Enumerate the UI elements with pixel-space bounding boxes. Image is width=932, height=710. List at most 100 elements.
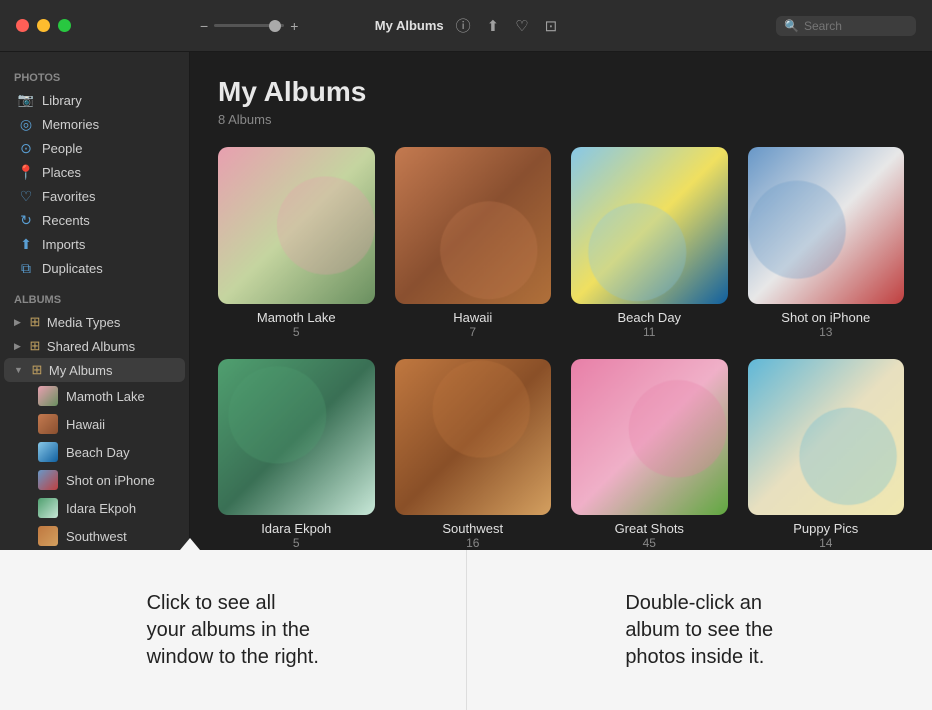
sidebar-item-people[interactable]: ⊙ People [4,136,185,160]
sidebar-item-memories[interactable]: ◎ Memories [4,112,185,136]
album-card-southwest[interactable]: Southwest16 [395,359,552,551]
album-thumbnail-beach-day [571,147,728,304]
album-count-southwest: 16 [395,536,552,550]
fullscreen-button[interactable] [58,19,71,32]
folder-icon-my-albums: ⊞ [29,362,45,378]
memories-icon: ◎ [18,116,34,132]
tooltip-left: Click to see allyour albums in thewindow… [0,550,467,710]
thumbnail-hawaii [38,414,58,434]
sidebar-item-label-favorites: Favorites [42,189,95,204]
zoom-minus[interactable]: − [200,18,208,34]
sidebar-group-my-albums[interactable]: ▼ ⊞ My Albums [4,358,185,382]
sidebar-item-beach-day[interactable]: Beach Day [4,438,185,466]
album-count-puppy-pics: 14 [748,536,905,550]
sidebar-item-idara-ekpoh[interactable]: Idara Ekpoh [4,494,185,522]
sidebar-item-southwest[interactable]: Southwest [4,522,185,550]
album-name-puppy-pics: Puppy Pics [748,521,905,536]
sidebar-item-label-mamoth: Mamoth Lake [66,389,145,404]
thumbnail-southwest [38,526,58,546]
sidebar-item-label-duplicates: Duplicates [42,261,103,276]
sidebar-item-label-places: Places [42,165,81,180]
sidebar-item-label-beach: Beach Day [66,445,130,460]
album-thumbnail-shot-on-iphone [748,147,905,304]
sidebar-item-places[interactable]: 📍 Places [4,160,185,184]
sidebar-item-label-imports: Imports [42,237,85,252]
titlebar-icons: ⓘ ⬆ ♡ ⊡ [456,15,558,36]
tooltip-left-text: Click to see allyour albums in thewindow… [147,590,319,671]
album-name-shot-on-iphone: Shot on iPhone [748,310,905,325]
sidebar-item-duplicates[interactable]: ⧉ Duplicates [4,256,185,280]
sidebar-item-label-library: Library [42,93,82,108]
sidebar-item-label-southwest: Southwest [66,529,127,544]
duplicates-icon: ⧉ [18,260,34,276]
sidebar-item-hawaii[interactable]: Hawaii [4,410,185,438]
sidebar-item-label-memories: Memories [42,117,99,132]
sidebar-item-label-idara: Idara Ekpoh [66,501,136,516]
sidebar-item-mamoth-lake[interactable]: Mamoth Lake [4,382,185,410]
sidebar: Photos 📷 Library ◎ Memories ⊙ People 📍 P… [0,52,190,550]
album-card-hawaii[interactable]: Hawaii7 [395,147,552,339]
thumbnail-idara [38,498,58,518]
search-box[interactable]: 🔍 [776,16,916,36]
album-name-mamoth-lake: Mamoth Lake [218,310,375,325]
album-count-great-shots: 45 [571,536,728,550]
sidebar-group-label-my-albums: My Albums [49,363,113,378]
album-card-beach-day[interactable]: Beach Day11 [571,147,728,339]
album-name-beach-day: Beach Day [571,310,728,325]
zoom-slider-track[interactable] [214,24,284,27]
zoom-slider-thumb[interactable] [269,20,281,32]
album-name-southwest: Southwest [395,521,552,536]
album-count-hawaii: 7 [395,325,552,339]
album-name-great-shots: Great Shots [571,521,728,536]
favorites-icon: ♡ [18,188,34,204]
album-thumbnail-great-shots [571,359,728,516]
sidebar-item-library[interactable]: 📷 Library [4,88,185,112]
titlebar-title: My Albums [375,18,444,33]
info-icon[interactable]: ⓘ [456,15,471,36]
sidebar-item-label-recents: Recents [42,213,90,228]
minimize-button[interactable] [37,19,50,32]
people-icon: ⊙ [18,140,34,156]
recents-icon: ↻ [18,212,34,228]
traffic-lights [16,19,71,32]
albums-grid: Mamoth Lake5Hawaii7Beach Day11Shot on iP… [218,147,904,550]
album-card-puppy-pics[interactable]: Puppy Pics14 [748,359,905,551]
sidebar-group-shared-albums[interactable]: ▶ ⊞ Shared Albums [4,334,185,358]
album-card-shot-on-iphone[interactable]: Shot on iPhone13 [748,147,905,339]
sidebar-item-label-shot: Shot on iPhone [66,473,155,488]
sidebar-item-shot-on-iphone[interactable]: Shot on iPhone [4,466,185,494]
sidebar-item-favorites[interactable]: ♡ Favorites [4,184,185,208]
album-card-great-shots[interactable]: Great Shots45 [571,359,728,551]
titlebar-center: My Albums ⓘ ⬆ ♡ ⊡ [375,15,557,36]
folder-icon-shared: ⊞ [27,338,43,354]
thumbnail-mamoth-lake [38,386,58,406]
chevron-right-icon-shared: ▶ [14,341,21,352]
tooltip-right-text: Double-click analbum to see thephotos in… [625,590,773,671]
sidebar-item-label-hawaii: Hawaii [66,417,105,432]
zoom-plus[interactable]: + [290,18,298,34]
tooltip-right: Double-click analbum to see thephotos in… [467,550,932,710]
sidebar-item-label-people: People [42,141,82,156]
album-thumbnail-idara-ekpoh [218,359,375,516]
album-card-mamoth-lake[interactable]: Mamoth Lake5 [218,147,375,339]
thumbnail-shot-on-iphone [38,470,58,490]
share-icon[interactable]: ⬆ [487,17,500,35]
chevron-down-icon: ▼ [14,365,23,375]
album-thumbnail-hawaii [395,147,552,304]
album-count-mamoth-lake: 5 [218,325,375,339]
album-thumbnail-southwest [395,359,552,516]
sidebar-group-label-media: Media Types [47,315,120,330]
album-count-idara-ekpoh: 5 [218,536,375,550]
sidebar-item-recents[interactable]: ↻ Recents [4,208,185,232]
heart-icon[interactable]: ♡ [515,17,528,35]
crop-icon[interactable]: ⊡ [545,17,558,35]
thumbnail-beach-day [38,442,58,462]
chevron-right-icon: ▶ [14,317,21,328]
sidebar-item-imports[interactable]: ⬆ Imports [4,232,185,256]
tooltip-arrow-left [180,538,200,550]
close-button[interactable] [16,19,29,32]
album-card-idara-ekpoh[interactable]: Idara Ekpoh5 [218,359,375,551]
photos-section-label: Photos [0,72,189,84]
search-input[interactable] [804,19,908,33]
sidebar-group-media-types[interactable]: ▶ ⊞ Media Types [4,310,185,334]
